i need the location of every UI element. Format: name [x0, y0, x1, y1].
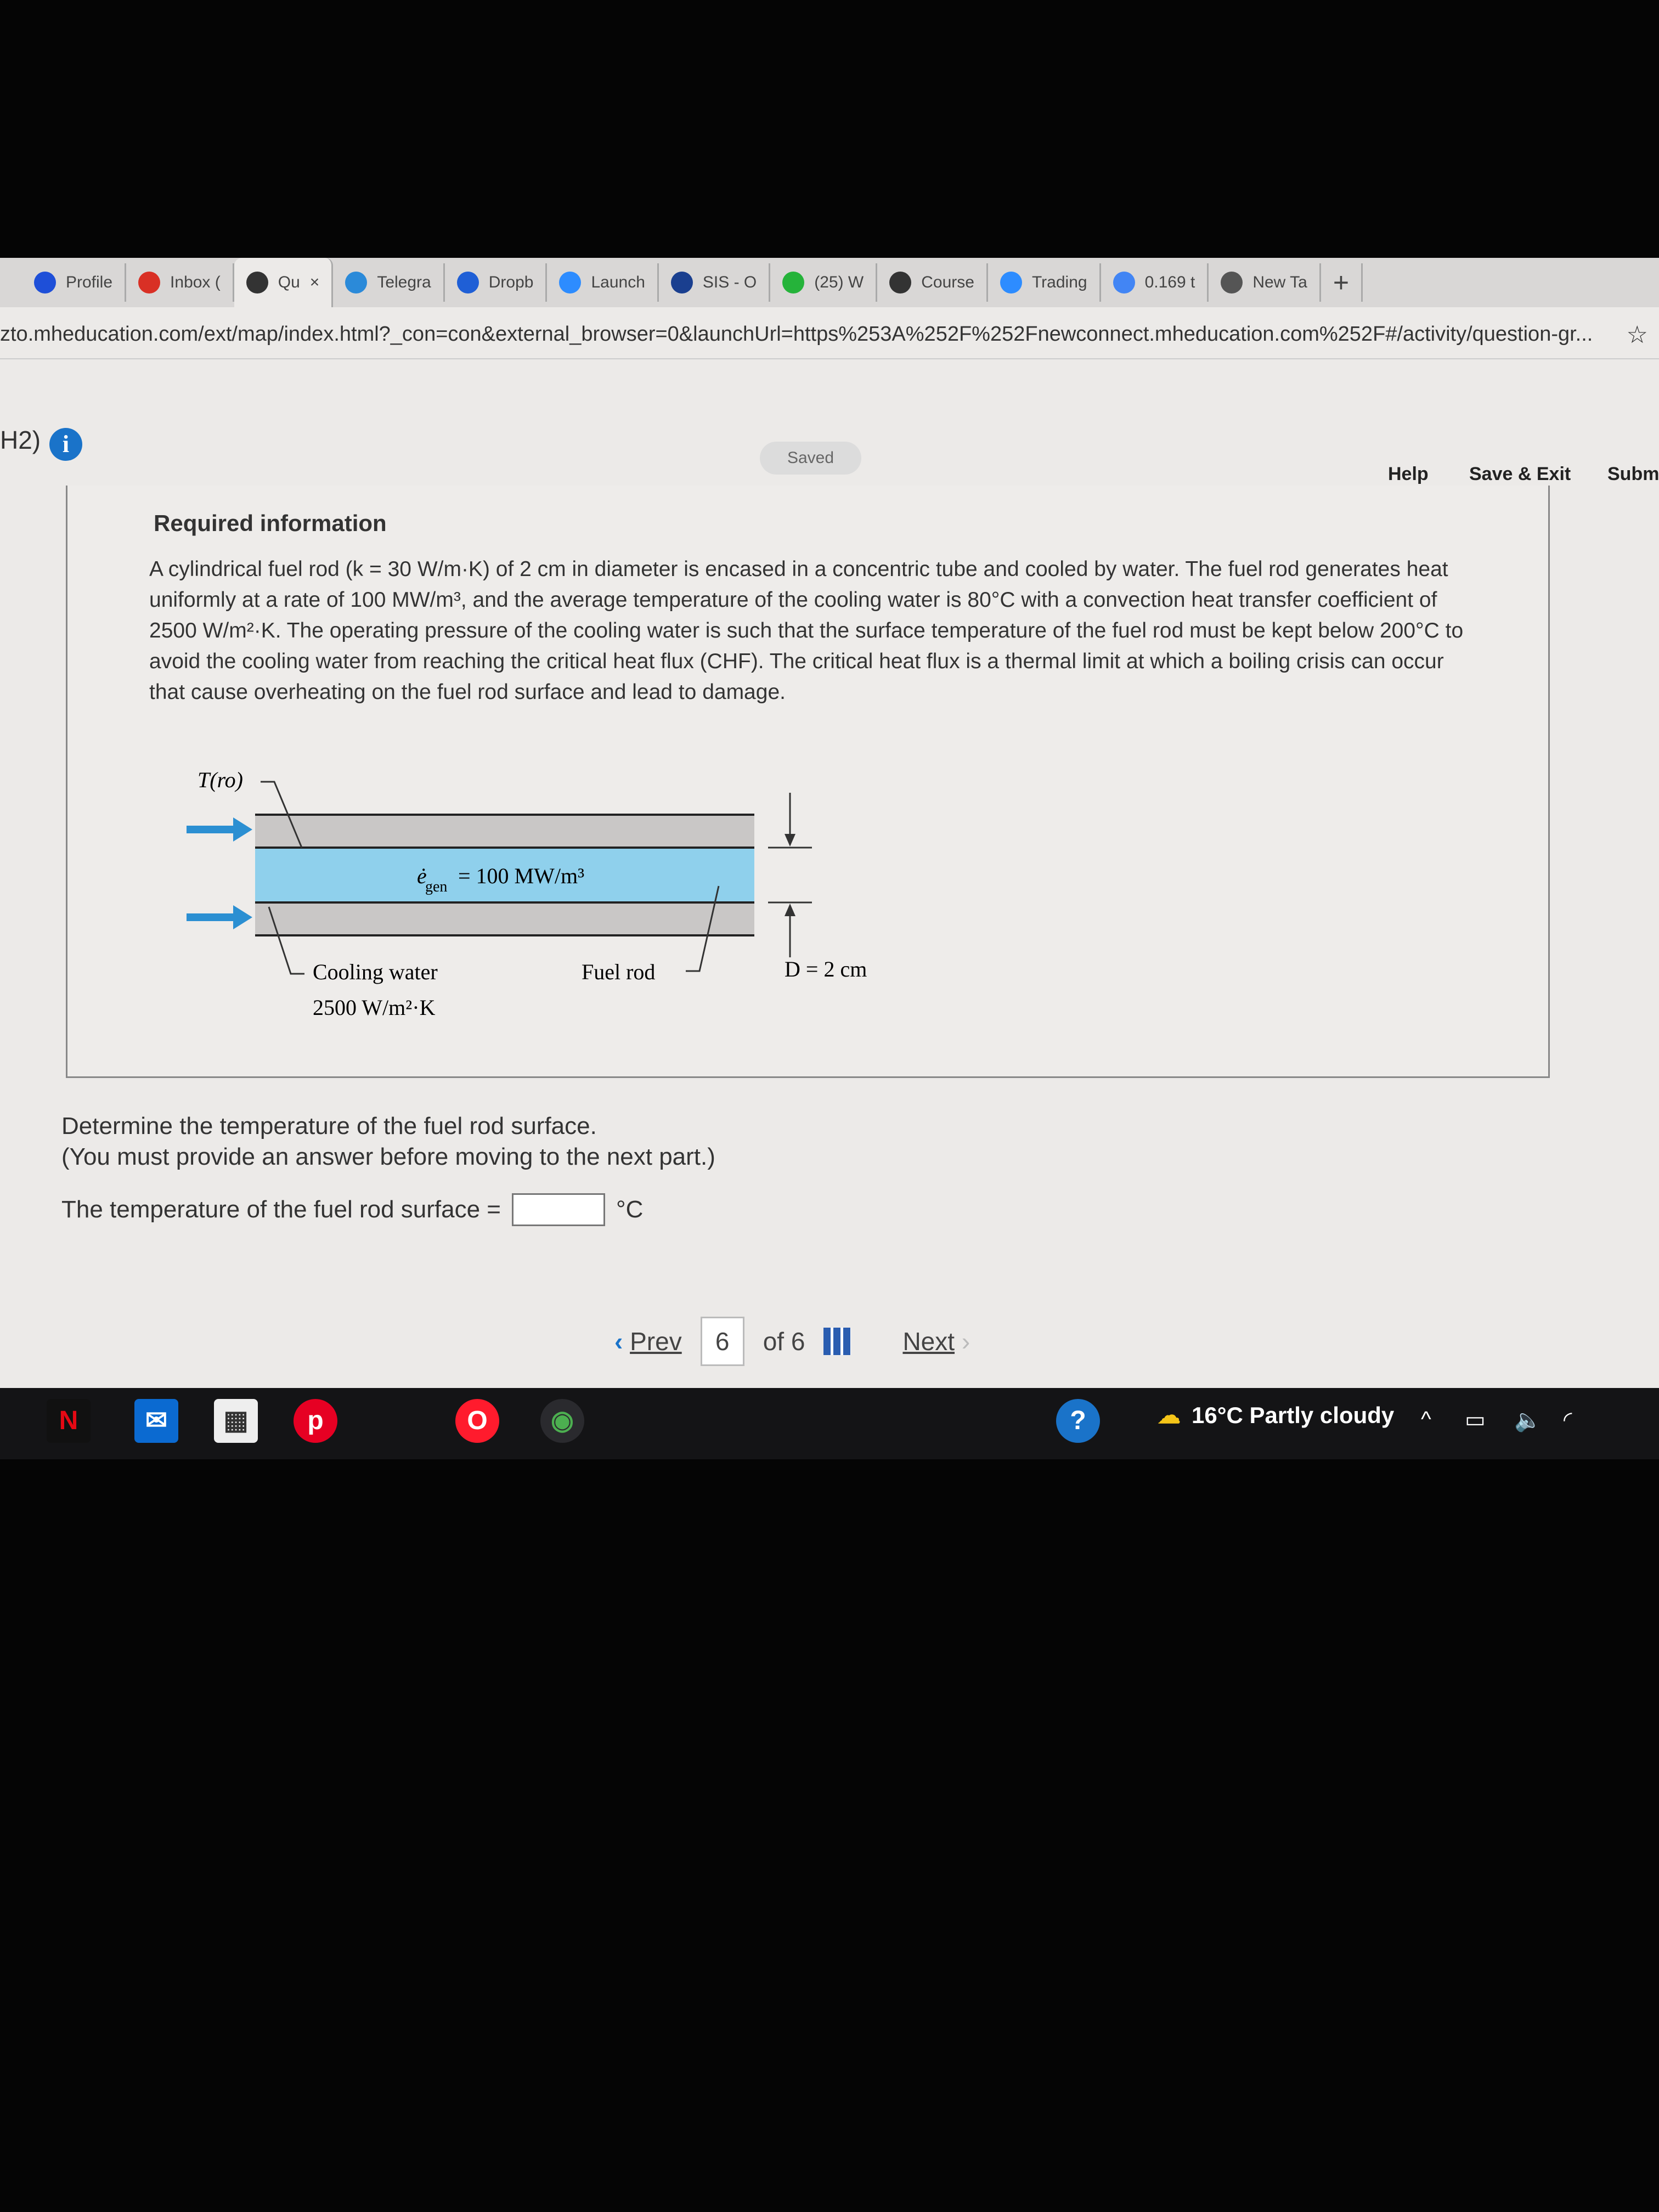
sis-icon — [670, 272, 693, 294]
pinterest-icon[interactable]: p — [294, 1399, 337, 1443]
course-icon — [889, 272, 912, 294]
info-icon[interactable]: i — [49, 428, 82, 461]
zoom-icon — [559, 272, 582, 294]
flow-arrow-icon — [187, 817, 252, 929]
cooling-water-label: Cooling water — [313, 960, 438, 984]
question-line: Determine the temperature of the fuel ro… — [61, 1113, 597, 1139]
pagination: ‹ Prev 6 of 6 Next › — [614, 1317, 970, 1366]
page-total: of 6 — [763, 1327, 805, 1356]
tab-label: Dropb — [488, 273, 534, 291]
tab-label: Inbox ( — [170, 273, 221, 291]
browser-tab[interactable]: Profile — [22, 263, 127, 302]
question-note: (You must provide an answer before movin… — [61, 1143, 715, 1170]
fuel-rod-diagram: T(ro) ė gen = 100 MW/m³ Cooling water 25… — [187, 768, 867, 1020]
close-tab-icon[interactable]: × — [310, 273, 320, 292]
save-exit-button[interactable]: Save & Exit — [1469, 464, 1571, 485]
browser-tab[interactable]: (25) W — [770, 263, 878, 302]
h-value-label: 2500 W/m²·K — [313, 995, 436, 1020]
tab-label: Telegra — [377, 273, 431, 291]
address-bar[interactable]: zto.mheducation.com/ext/map/index.html?_… — [0, 310, 1659, 359]
tab-label: Qu — [278, 273, 300, 291]
answer-row: The temperature of the fuel rod surface … — [61, 1193, 643, 1226]
tab-label: (25) W — [814, 273, 864, 291]
browser-tab[interactable]: Dropb — [445, 263, 548, 302]
tab-label: SIS - O — [702, 273, 757, 291]
browser-tab[interactable]: New Ta — [1209, 263, 1321, 302]
grid-view-icon[interactable] — [823, 1328, 851, 1355]
question-text: Determine the temperature of the fuel ro… — [61, 1111, 715, 1172]
tab-label: New Ta — [1252, 273, 1307, 291]
problem-text: A cylindrical fuel rod (k = 30 W/m·K) of… — [149, 557, 1464, 704]
tab-label: Profile — [66, 273, 113, 291]
generation-value: = 100 MW/m³ — [458, 864, 584, 888]
battery-icon[interactable]: ▭ — [1465, 1407, 1486, 1432]
page-number-input[interactable]: 6 — [700, 1317, 744, 1366]
chevron-right-icon: › — [961, 1327, 970, 1356]
whatsapp-icon — [782, 272, 805, 294]
profile-icon — [34, 272, 56, 294]
tab-bar: Profile Inbox ( Qu × Telegra Dropb Launch SIS -… — [0, 258, 1659, 307]
answer-input[interactable] — [512, 1193, 606, 1226]
fuel-rod-label: Fuel rod — [582, 960, 655, 984]
mail-icon[interactable]: ✉ — [134, 1399, 178, 1443]
browser-tab[interactable]: SIS - O — [659, 263, 771, 302]
tab-label: Trading — [1031, 273, 1087, 291]
laptop-screen: Profile Inbox ( Qu × Telegra Dropb Launch SIS -… — [0, 258, 1659, 1459]
help-button[interactable]: Help — [1388, 464, 1429, 485]
volume-icon[interactable]: 🔈 — [1514, 1407, 1542, 1433]
zoom-icon — [1000, 272, 1022, 294]
answer-unit: °C — [616, 1196, 644, 1223]
tray-chevron-icon[interactable]: ^ — [1421, 1407, 1431, 1432]
browser-tab[interactable]: Qu × — [234, 258, 334, 307]
section-label: H2) — [0, 426, 41, 454]
new-tab-icon — [1221, 272, 1243, 294]
tab-label: 0.169 t — [1144, 273, 1195, 291]
telegram-icon — [345, 272, 368, 294]
lower-water-channel — [255, 902, 754, 935]
prev-button[interactable]: ‹ Prev — [614, 1327, 682, 1356]
gmail-icon — [138, 272, 161, 294]
netflix-icon[interactable]: N — [47, 1399, 91, 1443]
google-icon — [1113, 272, 1135, 294]
store-icon[interactable]: ▦ — [214, 1399, 258, 1443]
next-button[interactable]: Next › — [902, 1327, 970, 1356]
required-info-title: Required information — [154, 510, 387, 536]
browser-tab[interactable]: Trading — [988, 263, 1101, 302]
chrome-icon[interactable]: ◉ — [540, 1399, 584, 1443]
dropbox-icon — [456, 272, 479, 294]
upper-water-channel — [255, 815, 754, 848]
quizlet-icon — [246, 272, 268, 294]
generation-subscript: gen — [425, 878, 447, 895]
browser-tab[interactable]: Course — [877, 263, 988, 302]
weather-widget[interactable]: ☁ 16°C Partly cloudy — [1158, 1402, 1394, 1429]
bookmark-star-icon[interactable]: ☆ — [1627, 321, 1648, 349]
partly-cloudy-icon: ☁ — [1158, 1402, 1181, 1428]
browser-tab[interactable]: 0.169 t — [1101, 263, 1209, 302]
next-label: Next — [902, 1327, 955, 1356]
browser-tab[interactable]: Launch — [547, 263, 659, 302]
weather-text: 16°C Partly cloudy — [1192, 1402, 1395, 1428]
prev-label: Prev — [630, 1327, 682, 1356]
answer-label: The temperature of the fuel rod surface … — [61, 1196, 501, 1223]
diameter-label: D = 2 cm — [785, 957, 867, 981]
surface-temp-label: T(ro) — [198, 768, 243, 792]
tab-label: Launch — [591, 273, 645, 291]
submit-button[interactable]: Subm — [1607, 464, 1659, 485]
new-tab-button[interactable]: + — [1321, 263, 1363, 302]
wifi-icon[interactable]: ◜ — [1564, 1407, 1572, 1432]
opera-icon[interactable]: O — [455, 1399, 499, 1443]
chevron-left-icon: ‹ — [614, 1327, 623, 1356]
tab-label: Course — [921, 273, 974, 291]
help-tips-icon[interactable]: ? — [1056, 1399, 1100, 1443]
browser-tab[interactable]: Telegra — [333, 263, 445, 302]
browser-tab[interactable]: Inbox ( — [126, 263, 234, 302]
saved-status: Saved — [760, 442, 861, 475]
url-text[interactable]: zto.mheducation.com/ext/map/index.html?_… — [0, 323, 1593, 346]
